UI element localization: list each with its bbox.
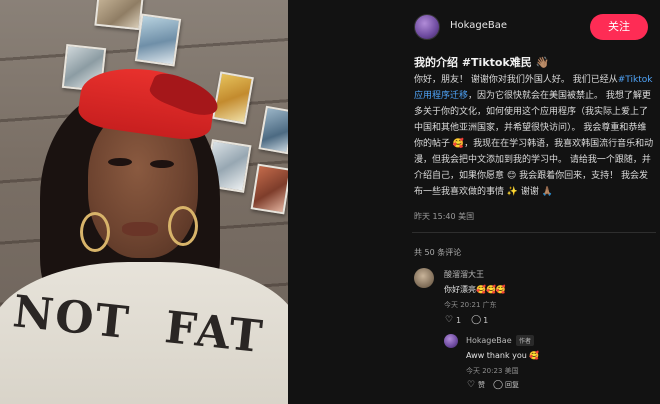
comments-count: 共 50 条评论 bbox=[414, 248, 462, 257]
wall-poster bbox=[134, 13, 182, 67]
comment-meta: 今天 20:21 广东 bbox=[444, 301, 497, 309]
post-body: 你好，朋友！ 谢谢你对我们外国人好。 我们已经从#Tiktok应用程序迁移，因为… bbox=[414, 72, 654, 200]
comment-actions: ♡ 1 ◯ 1 bbox=[444, 315, 488, 325]
shirt-word: NOT bbox=[10, 286, 133, 350]
reply-like-button[interactable]: ♡ 赞 bbox=[466, 380, 485, 390]
comment-like-button[interactable]: ♡ 1 bbox=[444, 315, 461, 325]
reply-like-label: 赞 bbox=[478, 381, 485, 389]
commenter-name[interactable]: 酸溜溜大王 bbox=[444, 269, 484, 280]
lips bbox=[122, 222, 158, 236]
comment-text: 你好漂亮🥰🥰🥰 bbox=[444, 285, 506, 294]
reply-reply-label: 回复 bbox=[505, 381, 519, 389]
author-badge: 作者 bbox=[516, 335, 535, 346]
author-avatar[interactable] bbox=[414, 14, 440, 40]
post-body-text: 你好，朋友！ 谢谢你对我们外国人好。 我们已经从 bbox=[414, 75, 618, 85]
reply-author-avatar[interactable] bbox=[444, 334, 458, 348]
hoop-earring bbox=[80, 212, 110, 252]
wall-poster bbox=[94, 0, 144, 31]
shirt-word: FAT bbox=[162, 302, 267, 364]
post-title: 我的介绍 #Tiktok难民 👋🏽 bbox=[414, 56, 550, 69]
post-timestamp: 昨天 15:40 美国 bbox=[414, 212, 475, 221]
post-detail-panel: HokageBae 关注 我的介绍 #Tiktok难民 👋🏽 你好，朋友！ 谢谢… bbox=[398, 0, 660, 404]
speech-bubble-icon: ◯ bbox=[493, 380, 504, 390]
comment-like-count: 1 bbox=[456, 315, 462, 325]
commenter-avatar[interactable] bbox=[414, 268, 434, 288]
reply-author-name[interactable]: HokageBae bbox=[466, 336, 512, 345]
post-photo[interactable]: NOT FAT bbox=[0, 0, 288, 404]
comment-reply-button[interactable]: ◯ 1 bbox=[471, 315, 488, 325]
reply-text: Aww thank you 🥰 bbox=[466, 351, 540, 360]
heart-icon: ♡ bbox=[466, 380, 476, 390]
heart-icon: ♡ bbox=[444, 315, 454, 325]
wall-poster bbox=[250, 163, 288, 215]
follow-button[interactable]: 关注 bbox=[590, 14, 648, 40]
reply-actions: ♡ 赞 ◯ 回复 bbox=[466, 380, 519, 390]
post-header: HokageBae 关注 bbox=[414, 14, 652, 42]
author-username[interactable]: HokageBae bbox=[450, 20, 507, 31]
reply-meta: 今天 20:23 美国 bbox=[466, 367, 519, 375]
hoop-earring bbox=[168, 206, 198, 246]
comment-reply-count: 1 bbox=[483, 315, 489, 325]
eye bbox=[150, 160, 174, 168]
reply-reply-button[interactable]: ◯ 回复 bbox=[493, 380, 519, 390]
eye bbox=[108, 158, 132, 166]
speech-bubble-icon: ◯ bbox=[471, 315, 482, 325]
post-body-text: ，因为它很快就会在美国被禁止。 我想了解更多关于你的文化，如何使用这个应用程序（… bbox=[414, 91, 654, 197]
divider bbox=[412, 232, 656, 233]
